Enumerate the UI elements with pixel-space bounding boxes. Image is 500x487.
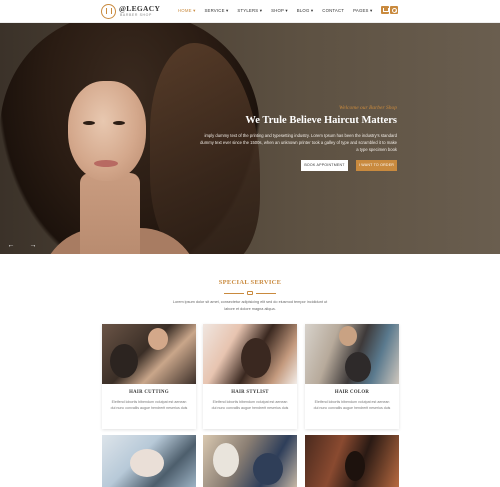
barber-figure xyxy=(213,443,239,477)
service-image xyxy=(305,324,399,384)
book-appointment-button[interactable]: BOOK APPOINTMENT xyxy=(301,160,348,171)
nav-home[interactable]: HOME ▾ xyxy=(178,8,195,14)
nav-blog[interactable]: BLOG ▾ xyxy=(297,8,314,14)
cart-icon[interactable] xyxy=(381,6,389,14)
services-title: SPECIAL SERVICE xyxy=(218,279,282,286)
title-divider xyxy=(224,291,276,295)
order-button[interactable]: I WANT TO ORDER xyxy=(356,160,397,171)
logo-icon[interactable] xyxy=(101,4,116,19)
nav-stylers[interactable]: STYLERS ▾ xyxy=(237,8,262,14)
hero-slider: Welcome our Barber Shop We Trule Believe… xyxy=(0,23,500,254)
barber-figure xyxy=(148,328,168,350)
service-text: Eleifend lobortis bibendum volutpat est … xyxy=(110,400,188,410)
search-icon[interactable] xyxy=(390,6,398,14)
service-image xyxy=(102,324,196,384)
client-figure xyxy=(110,344,138,378)
divider-line xyxy=(224,293,244,294)
service-image-row2[interactable] xyxy=(102,435,196,487)
service-text: Eleifend lobortis bibendum volutpat est … xyxy=(313,400,391,410)
hero-subtitle: Welcome our Barber Shop xyxy=(339,105,397,111)
nav-contact[interactable]: CONTACT xyxy=(322,8,344,14)
client-figure xyxy=(241,338,271,378)
hero-text: imply dummy text of the printing and typ… xyxy=(200,133,397,152)
scissors-icon xyxy=(247,291,253,295)
hero-eye-right xyxy=(113,121,125,125)
site-header: @LEGACY BARBER SHOP HOME ▾ SERVICE ▾ STY… xyxy=(0,0,500,23)
hero-lips xyxy=(94,160,118,167)
service-title: HAIR COLOR xyxy=(334,390,370,395)
service-card-hair-cutting[interactable]: HAIR CUTTING Eleifend lobortis bibendum … xyxy=(102,324,196,429)
nav-service[interactable]: SERVICE ▾ xyxy=(204,8,228,14)
service-title: HAIR CUTTING xyxy=(129,390,169,395)
client-figure xyxy=(345,352,371,382)
hero-eye-left xyxy=(83,121,95,125)
barber-figure xyxy=(339,326,357,346)
service-card-hair-stylist[interactable]: HAIR STYLIST Eleifend lobortis bibendum … xyxy=(203,324,297,429)
client-figure xyxy=(130,449,164,477)
client-figure xyxy=(345,451,365,481)
nav-shop[interactable]: SHOP ▾ xyxy=(271,8,288,14)
nav-pages[interactable]: PAGES ▾ xyxy=(353,8,372,14)
services-description: Lorem ipsum dolor sit amet, consectetur … xyxy=(172,300,328,311)
service-image xyxy=(203,324,297,384)
service-image-row2[interactable] xyxy=(203,435,297,487)
prev-arrow-icon[interactable]: ← xyxy=(0,241,22,251)
service-text: Eleifend lobortis bibendum volutpat est … xyxy=(211,400,289,410)
main-nav: HOME ▾ SERVICE ▾ STYLERS ▾ SHOP ▾ BLOG ▾… xyxy=(178,8,381,14)
brand-name[interactable]: @LEGACY xyxy=(119,4,160,13)
hero-title: We Trule Believe Haircut Matters xyxy=(245,115,397,126)
service-image-row2[interactable] xyxy=(305,435,399,487)
divider-line xyxy=(256,293,276,294)
client-figure xyxy=(253,453,283,485)
brand-tagline: BARBER SHOP xyxy=(120,13,152,17)
hero-neck xyxy=(80,173,140,254)
service-card-hair-color[interactable]: HAIR COLOR Eleifend lobortis bibendum vo… xyxy=(305,324,399,429)
service-title: HAIR STYLIST xyxy=(231,390,269,395)
next-arrow-icon[interactable]: → xyxy=(22,241,44,251)
